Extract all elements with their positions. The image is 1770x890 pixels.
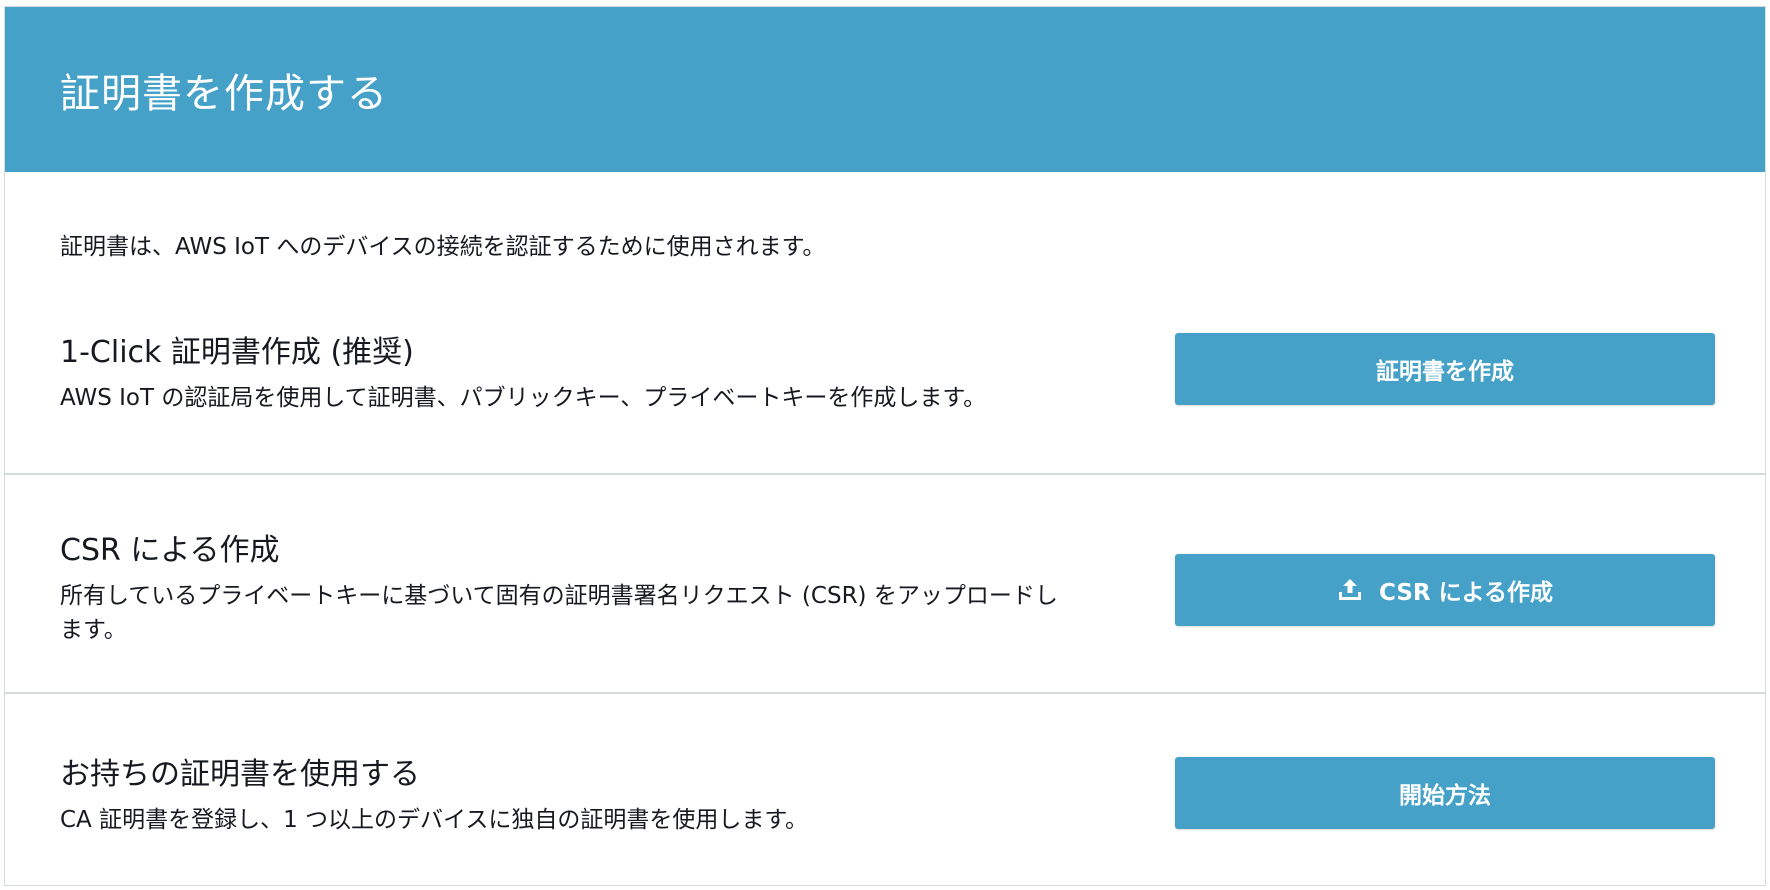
button-label: CSR による作成 [1379,580,1553,606]
option-one-click: 1-Click 証明書作成 (推奨) AWS IoT の認証局を使用して証明書、… [5,297,1765,475]
option-own-certificate: お持ちの証明書を使用する CA 証明書を登録し、1 つ以上のデバイスに独自の証明… [5,694,1765,884]
create-certificate-panel: 証明書を作成する 証明書は、AWS IoT へのデバイスの接続を認証するために使… [4,6,1766,886]
upload-icon [1337,577,1363,603]
option-description: AWS IoT の認証局を使用して証明書、パブリックキー、プライベートキーを作成… [60,385,987,411]
option-description: CA 証明書を登録し、1 つ以上のデバイスに独自の証明書を使用します。 [60,807,809,833]
option-csr: CSR による作成 所有しているプライベートキーに基づいて固有の証明書署名リクエ… [5,475,1765,694]
button-label: 開始方法 [1399,783,1491,809]
intro-text: 証明書は、AWS IoT へのデバイスの接続を認証するために使用されます。 [60,234,826,260]
button-label: 証明書を作成 [1376,359,1514,385]
get-started-button[interactable]: 開始方法 [1175,757,1715,829]
create-certificate-button[interactable]: 証明書を作成 [1175,333,1715,405]
create-with-csr-button[interactable]: CSR による作成 [1175,554,1715,626]
option-description: 所有しているプライベートキーに基づいて固有の証明書署名リクエスト (CSR) を… [60,583,1058,643]
panel-header: 証明書を作成する [5,7,1765,172]
page-title: 証明書を作成する [60,70,388,117]
